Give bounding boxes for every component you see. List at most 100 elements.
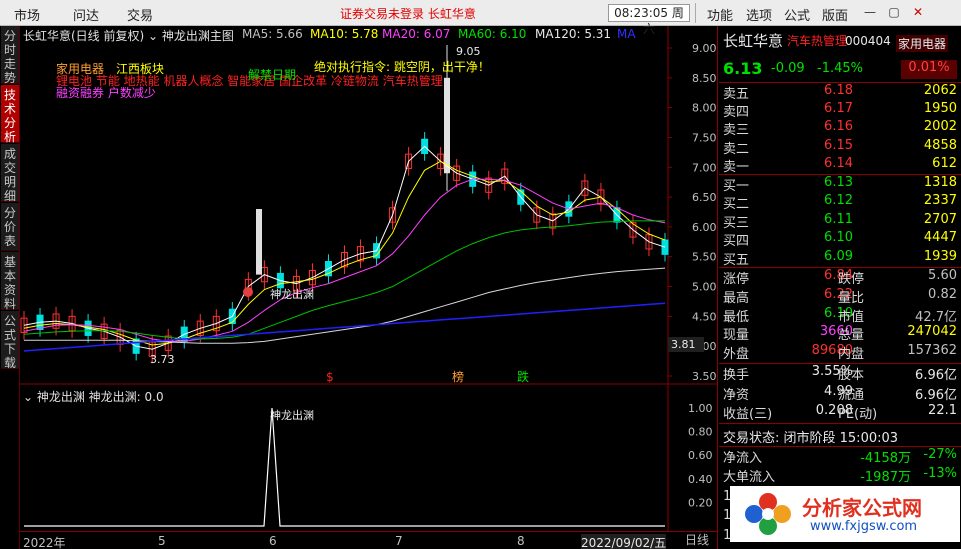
menu-item-options[interactable]: 选项: [746, 5, 772, 24]
bid-label: 买一: [723, 179, 750, 194]
stat-value: 42.7亿: [915, 309, 957, 325]
quote-row: 最低 6.10 市值 42.7亿: [719, 306, 961, 325]
price-axis-label: 6.00: [692, 221, 717, 234]
price-axis-label: 4.50: [692, 310, 717, 323]
stat-label: 最高: [723, 290, 750, 306]
watermark-title: 分析家公式网: [802, 496, 922, 520]
quote-row: 收益(三) 0.208 PE(动) 22.1: [719, 403, 961, 422]
bid-price: 6.12: [824, 193, 853, 209]
indicator-axis-label: 0.80: [688, 426, 713, 439]
ask-price: 6.16: [824, 119, 853, 135]
bottom-mark-bang: 榜: [452, 369, 464, 384]
tab-fundamentals[interactable]: 基本资料: [1, 252, 19, 311]
menu-item-wenda[interactable]: 问达: [73, 5, 99, 24]
login-notice[interactable]: 证券交易未登录 长虹华意: [340, 5, 476, 22]
indicator-axis-label: 1.00: [688, 402, 713, 415]
industry-badge[interactable]: 家用电器: [896, 35, 949, 52]
menu-item-formula[interactable]: 公式: [784, 5, 810, 24]
indicator-axis-label: 0.40: [688, 473, 713, 486]
quote-row: 买四 6.10 4447: [719, 230, 961, 249]
quote-row: 最高 6.22 量比 0.82: [719, 287, 961, 306]
ask-price: 6.14: [824, 155, 853, 171]
menu-item-trade[interactable]: 交易: [127, 5, 153, 24]
instruction-label: 绝对执行指令: 跳空阴，出干净！: [314, 59, 490, 74]
stat-value: 157362: [907, 343, 957, 359]
price-marker: 3.81: [671, 338, 696, 351]
trade-status: 交易状态: 闭市阶段 15:00:03: [723, 431, 899, 446]
price-change: -0.09: [771, 61, 805, 76]
stat2-label: 流通: [838, 387, 865, 403]
tab-price-table[interactable]: 分价表: [1, 203, 19, 251]
stat-value: 0.82: [928, 286, 957, 302]
menu-item-function[interactable]: 功能: [707, 5, 733, 24]
ask-volume: 1950: [923, 101, 957, 117]
minimize-icon[interactable]: —: [862, 4, 878, 20]
candle-body: [444, 77, 450, 174]
ask-label: 卖五: [723, 87, 750, 102]
quote-row: 买五 6.09 1939: [719, 249, 961, 268]
close-icon[interactable]: ✕: [910, 4, 926, 20]
stat2-value: 22.1: [928, 403, 957, 418]
flower-logo-icon: [745, 493, 791, 535]
x-label-year: 2022年: [23, 536, 66, 549]
flow-label: 大单流入: [723, 470, 776, 485]
high-mark: 9.05: [456, 45, 481, 58]
quote-row: 买一 6.13 1318: [719, 175, 961, 194]
menu-bar: 市场 问达 交易 证券交易未登录 长虹华意 08:23:05 周六 功能 选项 …: [0, 0, 961, 36]
tab-trade-detail[interactable]: 成交明细: [1, 144, 19, 203]
quote-row: 现量 3660 总量 247042: [719, 324, 961, 343]
stat-label: 量比: [838, 290, 865, 306]
chart-pane[interactable]: 长虹华意(日线 前复权) ⌄ 神龙出渊主图 MA5: 5.66 MA10: 5.…: [20, 26, 718, 549]
x-axis: 2022年 5 6 7 8 2022/09/02/五: [20, 531, 718, 549]
bid-volume: 4447: [923, 230, 957, 246]
stat2-value: 6.96亿: [915, 368, 957, 383]
bid-label: 买五: [723, 252, 750, 268]
flow-pct: -27%: [923, 447, 957, 462]
flow-pct: -13%: [923, 466, 957, 481]
stat-label: 市值: [838, 309, 865, 325]
bid-volume: 2707: [923, 211, 957, 227]
period-unit[interactable]: 日线: [677, 531, 717, 549]
maximize-icon[interactable]: ▢: [886, 4, 902, 20]
flow-label: 净流入: [723, 451, 763, 466]
last-price: 6.13: [723, 59, 763, 78]
menu-item-market[interactable]: 市场: [14, 5, 40, 24]
ask-label: 卖一: [723, 159, 750, 175]
indicator-axis-label: 0.60: [688, 449, 713, 462]
price-axis-label: 9.00: [692, 42, 717, 55]
ask-price: 6.17: [824, 101, 853, 117]
quote-panel: 长虹华意 汽车热管理 000404 家用电器 6.13 -0.09 -1.45%…: [719, 26, 961, 549]
indicator-title[interactable]: ⌄ 神龙出渊 神龙出渊: 0.0: [23, 388, 164, 405]
indicator-line: [24, 407, 665, 527]
stat2-label: 收益(三): [723, 407, 773, 422]
ask-volume: 2062: [923, 83, 957, 98]
indicator-axis-label: 0.20: [688, 496, 713, 509]
stat-value: 5.60: [928, 268, 957, 283]
price-axis-label: 6.50: [692, 191, 717, 204]
stock-code: 000404: [845, 34, 891, 48]
stat-label: 外盘: [723, 347, 750, 363]
quote-row: 买三 6.11 2707: [719, 212, 961, 231]
quote-row: 买二 6.12 2337: [719, 193, 961, 212]
ask-label: 卖二: [723, 141, 750, 157]
x-label-may: 5: [158, 534, 166, 548]
price-axis-label: 8.00: [692, 102, 717, 115]
tab-intraday[interactable]: 分时走势: [1, 26, 19, 85]
flow-value: -4158万: [860, 451, 911, 466]
industry-pct: 0.01%: [901, 60, 957, 79]
bid-price: 6.09: [824, 248, 853, 264]
stat-label: 总量: [838, 328, 865, 344]
quote-row: 外盘 89680 内盘 157362: [719, 343, 961, 362]
menu-item-layout[interactable]: 版面: [822, 5, 848, 24]
kline-chart[interactable]: 9.00 8.50 8.00 7.50 7.00 6.50 6.00 5.50 5.00 4.50…: [20, 26, 718, 531]
stat-label: 跌停: [838, 272, 865, 287]
stat-label: 现量: [723, 328, 750, 344]
bid-price: 6.13: [824, 175, 853, 190]
tab-technical[interactable]: 技术分析: [1, 85, 19, 144]
quote-row: 涨停 6.84 跌停 5.60: [719, 268, 961, 287]
bid-label: 买四: [723, 234, 750, 250]
quote-row: 净资 4.99 流通 6.96亿: [719, 384, 961, 403]
price-axis-label: 5.50: [692, 251, 717, 264]
price-axis-label: 7.50: [692, 131, 717, 144]
tab-formula-download[interactable]: 公式下载: [1, 311, 19, 370]
